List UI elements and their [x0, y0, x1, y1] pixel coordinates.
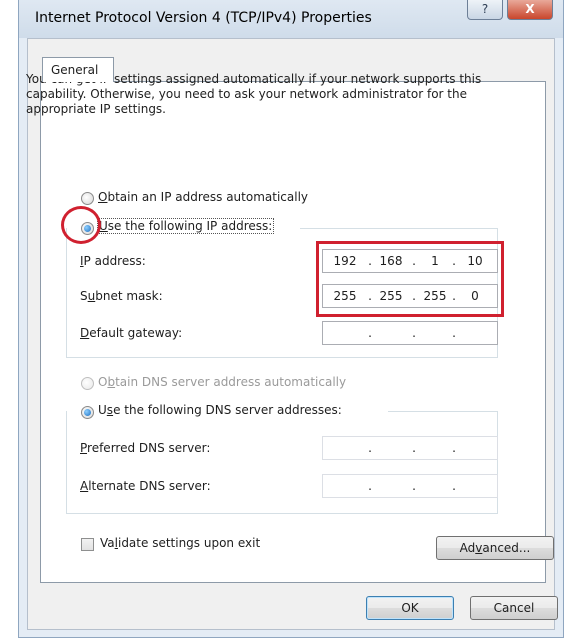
cancel-button[interactable]: Cancel	[470, 596, 558, 620]
alternate-dot: .	[412, 479, 416, 493]
alternate-dns-label: Alternate DNS server:	[80, 479, 211, 493]
preferred-dot: .	[368, 441, 372, 455]
obtain-dns-auto-radio[interactable]	[81, 377, 94, 390]
validate-checkbox[interactable]	[81, 538, 94, 551]
default-gateway-label: Default gateway:	[80, 326, 183, 340]
tab-general-label: General	[51, 63, 99, 77]
gateway-dot: .	[368, 326, 372, 340]
default-gateway-input[interactable]: . . .	[322, 321, 498, 345]
tab-general[interactable]: General	[42, 57, 114, 82]
preferred-dns-label: Preferred DNS server:	[80, 441, 211, 455]
ok-button[interactable]: OK	[366, 596, 454, 620]
window-title: Internet Protocol Version 4 (TCP/IPv4) P…	[35, 10, 372, 26]
help-icon: ?	[481, 2, 489, 16]
ip-fields-highlight-rect	[316, 241, 504, 317]
use-following-ip-label[interactable]: Use the following IP address:	[96, 218, 275, 234]
subnet-mask-label: Subnet mask:	[80, 289, 163, 303]
alternate-dot: .	[452, 479, 456, 493]
use-following-dns-label[interactable]: Use the following DNS server addresses:	[98, 403, 346, 417]
obtain-ip-auto-label[interactable]: Obtain an IP address automatically	[98, 190, 308, 204]
radio-highlight-circle	[61, 206, 101, 244]
ok-button-label: OK	[401, 601, 419, 615]
dns-group-box	[66, 411, 498, 514]
gateway-dot: .	[412, 326, 416, 340]
help-button[interactable]: ?	[467, 0, 503, 20]
use-following-dns-radio[interactable]	[81, 406, 94, 419]
validate-label[interactable]: Validate settings upon exit	[100, 536, 260, 550]
advanced-button-label: Advanced...	[459, 541, 531, 555]
ip-address-label: IP address:	[80, 254, 146, 268]
title-bar[interactable]: Internet Protocol Version 4 (TCP/IPv4) P…	[19, 0, 563, 38]
obtain-dns-auto-label[interactable]: Obtain DNS server address automatically	[98, 375, 346, 389]
alternate-dot: .	[368, 479, 372, 493]
gateway-dot: .	[452, 326, 456, 340]
cancel-button-label: Cancel	[493, 601, 535, 615]
preferred-dns-input[interactable]: . . .	[322, 436, 498, 460]
advanced-button[interactable]: Advanced...	[436, 536, 554, 560]
obtain-ip-auto-radio[interactable]	[81, 192, 94, 205]
preferred-dot: .	[452, 441, 456, 455]
alternate-dns-input[interactable]: . . .	[322, 474, 498, 498]
close-icon: X	[525, 2, 535, 16]
close-button[interactable]: X	[507, 0, 553, 20]
preferred-dot: .	[412, 441, 416, 455]
